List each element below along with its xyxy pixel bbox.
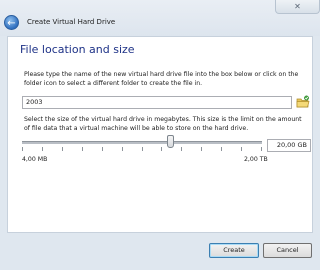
- slider-tick: [122, 147, 123, 151]
- location-instructions: Please type the name of the new virtual …: [24, 71, 299, 87]
- slider-tick: [142, 147, 143, 151]
- slider-tick: [42, 147, 43, 151]
- wizard-panel: File location and size Please type the n…: [7, 36, 313, 233]
- slider-tick: [201, 147, 202, 151]
- slider-tick: [161, 147, 162, 151]
- back-arrow-icon[interactable]: ←: [4, 15, 19, 30]
- title-bar: ← Create Virtual Hard Drive ✕: [0, 0, 320, 36]
- file-name-input[interactable]: 2003: [22, 96, 292, 109]
- folder-icon[interactable]: [296, 95, 310, 109]
- size-slider-thumb[interactable]: [167, 135, 175, 148]
- min-size-label: 4,00 MB: [22, 156, 48, 163]
- slider-tick: [241, 147, 242, 151]
- window-title: Create Virtual Hard Drive: [27, 18, 116, 26]
- slider-tick: [261, 147, 262, 151]
- slider-tick: [82, 147, 83, 151]
- slider-tick: [102, 147, 103, 151]
- close-icon: ✕: [294, 2, 301, 11]
- slider-ticks: [22, 147, 262, 153]
- slider-tick: [22, 147, 23, 151]
- create-button[interactable]: Create: [209, 243, 259, 258]
- slider-tick: [181, 147, 182, 151]
- page-heading: File location and size: [20, 43, 135, 56]
- cancel-button[interactable]: Cancel: [263, 243, 312, 258]
- max-size-label: 2,00 TB: [244, 156, 268, 163]
- size-slider-track[interactable]: [22, 141, 262, 144]
- size-input[interactable]: 20,00 GB: [267, 139, 311, 152]
- size-instructions: Select the size of the virtual hard driv…: [24, 116, 302, 132]
- slider-tick: [62, 147, 63, 151]
- close-button[interactable]: ✕: [275, 0, 320, 14]
- slider-tick: [221, 147, 222, 151]
